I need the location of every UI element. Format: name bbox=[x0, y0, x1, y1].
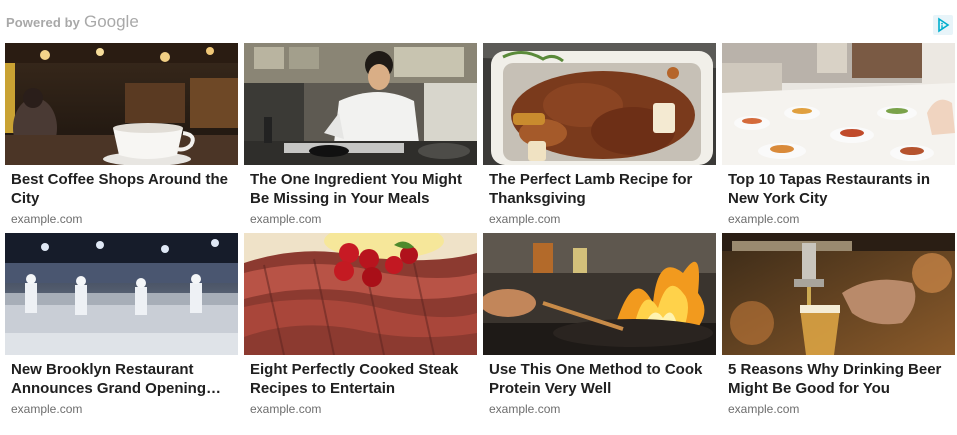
ad-title[interactable]: The Perfect Lamb Recipe for Thanksgiving bbox=[489, 170, 710, 208]
chef-cooking-photo[interactable] bbox=[244, 43, 477, 165]
ad-card[interactable]: The One Ingredient You Might Be Missing … bbox=[244, 43, 477, 227]
ad-card[interactable]: 5 Reasons Why Drinking Beer Might Be Goo… bbox=[722, 233, 955, 417]
ad-card[interactable]: Eight Perfectly Cooked Steak Recipes to … bbox=[244, 233, 477, 417]
coffee-shop-photo[interactable] bbox=[5, 43, 238, 165]
steak-photo[interactable] bbox=[244, 233, 477, 355]
lamb-roast-photo[interactable] bbox=[483, 43, 716, 165]
ad-domain: example.com bbox=[11, 402, 83, 416]
ad-title[interactable]: Best Coffee Shops Around the City bbox=[11, 170, 232, 208]
ad-domain: example.com bbox=[250, 402, 322, 416]
google-logo: Google bbox=[83, 12, 139, 31]
ad-card[interactable]: Top 10 Tapas Restaurants in New York Cit… bbox=[722, 43, 955, 227]
restaurant-kitchen-photo[interactable] bbox=[5, 233, 238, 355]
ad-card[interactable]: New Brooklyn Restaurant Announces Grand … bbox=[5, 233, 238, 417]
ad-domain: example.com bbox=[489, 402, 561, 416]
ad-card[interactable]: Use This One Method to Cook Protein Very… bbox=[483, 233, 716, 417]
ad-title[interactable]: Top 10 Tapas Restaurants in New York Cit… bbox=[728, 170, 949, 208]
powered-by-label: Powered by bbox=[6, 15, 80, 30]
ad-domain: example.com bbox=[728, 402, 800, 416]
ad-title[interactable]: The One Ingredient You Might Be Missing … bbox=[250, 170, 471, 208]
ad-title[interactable]: Use This One Method to Cook Protein Very… bbox=[489, 360, 710, 398]
ad-grid: Best Coffee Shops Around the City exampl… bbox=[5, 43, 955, 417]
ad-domain: example.com bbox=[11, 212, 83, 226]
ad-card[interactable]: The Perfect Lamb Recipe for Thanksgiving… bbox=[483, 43, 716, 227]
ad-domain: example.com bbox=[250, 212, 322, 226]
ad-widget: Powered by Google Best Coffee Shops Arou… bbox=[0, 0, 957, 435]
tapas-table-photo[interactable] bbox=[722, 43, 955, 165]
ad-domain: example.com bbox=[489, 212, 561, 226]
ad-card[interactable]: Best Coffee Shops Around the City exampl… bbox=[5, 43, 238, 227]
attribution[interactable]: Powered by Google bbox=[6, 12, 139, 34]
ad-title[interactable]: 5 Reasons Why Drinking Beer Might Be Goo… bbox=[728, 360, 949, 398]
wok-flame-photo[interactable] bbox=[483, 233, 716, 355]
ad-title[interactable]: Eight Perfectly Cooked Steak Recipes to … bbox=[250, 360, 471, 398]
beer-tap-photo[interactable] bbox=[722, 233, 955, 355]
ad-domain: example.com bbox=[728, 212, 800, 226]
ad-title[interactable]: New Brooklyn Restaurant Announces Grand … bbox=[11, 360, 232, 398]
adchoices-icon[interactable] bbox=[933, 15, 953, 35]
